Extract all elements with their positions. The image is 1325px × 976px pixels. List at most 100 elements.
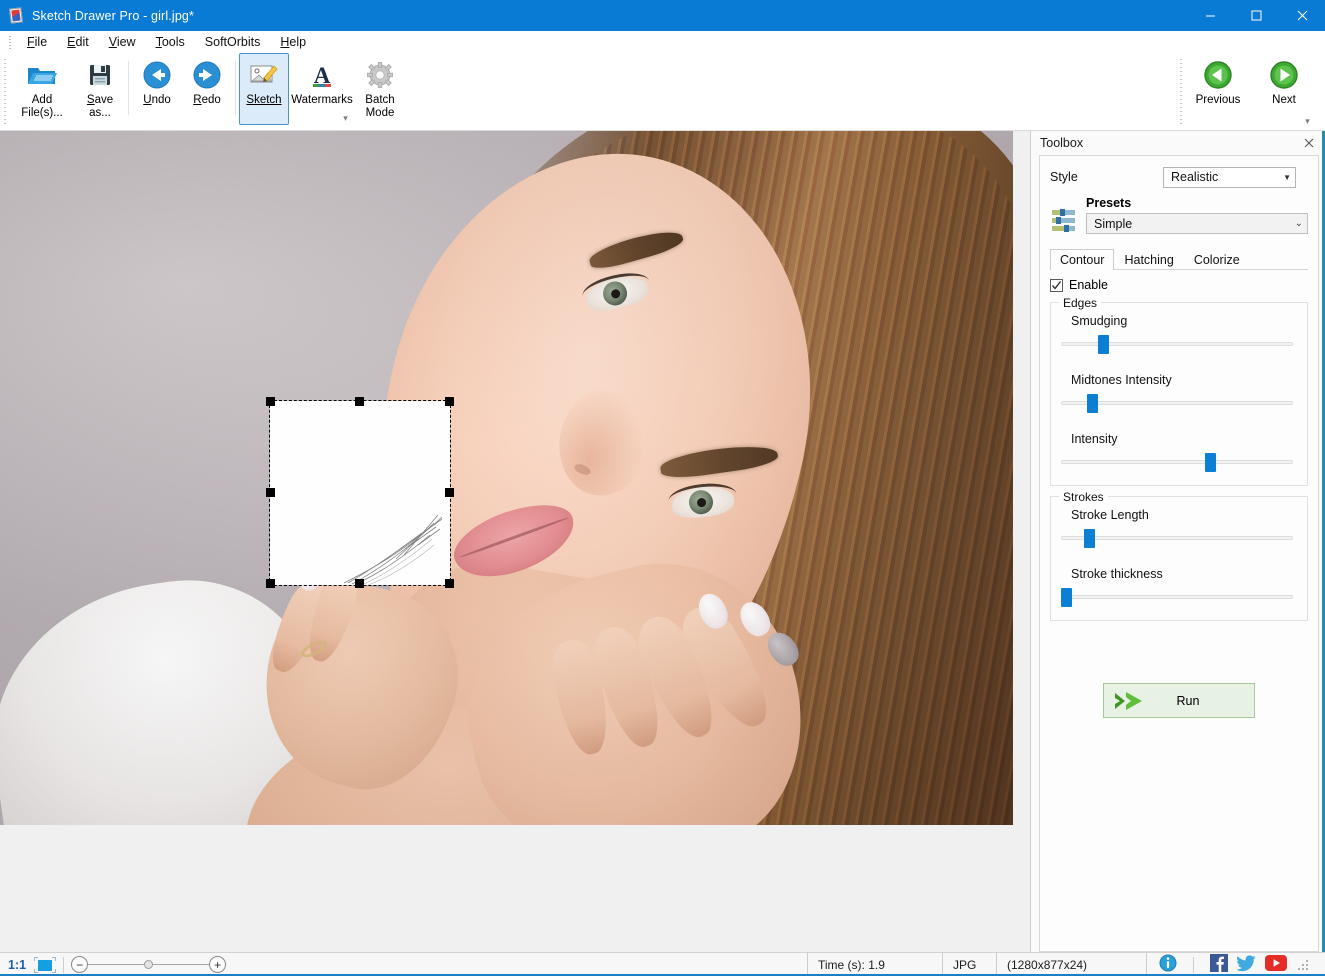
sketch-button[interactable]: Sketch	[239, 53, 289, 125]
selection-handle-s[interactable]	[355, 579, 364, 588]
midtones-intensity-slider[interactable]	[1061, 394, 1297, 412]
app-document-icon	[9, 8, 25, 24]
previous-button[interactable]: Previous	[1185, 53, 1251, 125]
slider-thumb[interactable]	[1205, 453, 1216, 472]
style-select[interactable]: Realistic ▼	[1163, 167, 1296, 188]
maximize-button[interactable]	[1233, 0, 1279, 31]
slider-track	[1061, 460, 1293, 464]
selection-handle-w[interactable]	[266, 488, 275, 497]
chevron-down-icon: ▼	[1283, 173, 1291, 182]
zoom-slider-knob[interactable]	[144, 960, 153, 969]
info-icon[interactable]	[1159, 954, 1177, 975]
next-button[interactable]: Next	[1251, 53, 1317, 125]
previous-green-arrow-icon	[1203, 59, 1233, 91]
image-preview[interactable]	[0, 131, 1013, 825]
application-window: Sketch Drawer Pro - girl.jpg* File Edit …	[0, 0, 1325, 976]
style-value: Realistic	[1171, 170, 1218, 184]
smudging-slider[interactable]	[1061, 335, 1297, 353]
menu-item-help[interactable]: Help	[270, 33, 316, 51]
gear-icon	[366, 59, 394, 91]
facebook-icon[interactable]	[1210, 954, 1228, 975]
youtube-icon[interactable]	[1265, 955, 1287, 974]
selection-handle-n[interactable]	[355, 397, 364, 406]
menu-item-file[interactable]: File	[17, 33, 57, 51]
selection-handle-nw[interactable]	[266, 397, 275, 406]
menu-item-view[interactable]: View	[99, 33, 146, 51]
slider-thumb[interactable]	[1084, 529, 1095, 548]
toolbar-separator-1	[128, 61, 129, 115]
selection-handle-se[interactable]	[445, 579, 454, 588]
toolbox-close-icon[interactable]	[1301, 135, 1317, 151]
toolbar-overflow-chevron[interactable]: ▾	[340, 113, 351, 124]
title-bar: Sketch Drawer Pro - girl.jpg*	[0, 0, 1325, 31]
stroke-thickness-slider[interactable]	[1061, 588, 1297, 606]
redo-button[interactable]: Redo	[182, 53, 232, 125]
minimize-button[interactable]	[1187, 0, 1233, 31]
slider-thumb[interactable]	[1061, 588, 1072, 607]
undo-arrow-icon	[142, 59, 172, 91]
tab-hatching[interactable]: Hatching	[1114, 249, 1183, 270]
toolbar-group-effects: Sketch A Watermarks	[239, 53, 405, 131]
toolbar-group-navigation: Previous Next ▾	[1176, 53, 1317, 131]
zoom-slider-control[interactable]: − +	[71, 956, 226, 973]
stroke-length-label: Stroke Length	[1071, 508, 1297, 522]
chevron-down-icon: ⌄	[1295, 218, 1303, 229]
menu-item-tools[interactable]: Tools	[146, 33, 195, 51]
presets-select[interactable]: Simple ⌄	[1086, 213, 1308, 234]
sketch-preview-strokes	[338, 505, 458, 585]
group-edges: Edges Smudging Midtones Intensity Intens…	[1050, 302, 1308, 486]
selection-rectangle[interactable]	[270, 401, 450, 585]
toolbox-title-bar: Toolbox	[1031, 131, 1325, 155]
selection-handle-e[interactable]	[445, 488, 454, 497]
slider-thumb[interactable]	[1098, 335, 1109, 354]
toolbar-group-file: Add File(s)... Save as...	[9, 53, 125, 131]
selection-handle-sw[interactable]	[266, 579, 275, 588]
zoom-out-button[interactable]: −	[71, 956, 88, 973]
slider-track	[1061, 342, 1293, 346]
previous-label: Previous	[1196, 94, 1241, 107]
batch-mode-button[interactable]: Batch Mode	[355, 53, 405, 125]
presets-label: Presets	[1086, 196, 1308, 210]
zoom-in-button[interactable]: +	[209, 956, 226, 973]
next-label: Next	[1272, 94, 1296, 107]
undo-button[interactable]: Undo	[132, 53, 182, 125]
equalizer-sliders-icon	[1050, 206, 1078, 234]
window-controls	[1187, 0, 1325, 31]
status-divider	[63, 957, 64, 973]
zoom-ratio-label: 1:1	[8, 958, 26, 972]
zoom-track-right	[153, 964, 209, 965]
group-edges-caption: Edges	[1059, 296, 1101, 310]
toolbar-group-history: Undo Redo	[132, 53, 232, 131]
add-files-label: Add File(s)...	[21, 94, 63, 120]
fit-to-window-icon[interactable]	[34, 957, 56, 973]
toolbox-panel: Toolbox Style Realistic ▼	[1030, 131, 1325, 952]
save-as-label: Save as...	[87, 94, 113, 120]
run-row: Run	[1050, 683, 1308, 718]
selection-handle-ne[interactable]	[445, 397, 454, 406]
save-as-button[interactable]: Save as...	[75, 53, 125, 125]
status-divider	[1193, 957, 1194, 973]
canvas-area[interactable]	[0, 131, 1030, 952]
close-button[interactable]	[1279, 0, 1325, 31]
slider-thumb[interactable]	[1087, 394, 1098, 413]
menu-item-edit[interactable]: Edit	[57, 33, 99, 51]
menu-bar: File Edit View Tools SoftOrbits Help	[0, 31, 1325, 53]
main-area: Toolbox Style Realistic ▼	[0, 131, 1325, 952]
menu-label-edit-rest: dit	[76, 35, 89, 49]
add-files-button[interactable]: Add File(s)...	[9, 53, 75, 125]
stroke-length-slider[interactable]	[1061, 529, 1297, 547]
enable-row[interactable]: Enable	[1050, 278, 1308, 292]
tab-colorize[interactable]: Colorize	[1184, 249, 1250, 270]
intensity-slider[interactable]	[1061, 453, 1297, 471]
resize-grip-icon[interactable]	[1296, 958, 1310, 972]
run-button[interactable]: Run	[1103, 683, 1255, 718]
enable-checkbox[interactable]	[1050, 279, 1063, 292]
twitter-icon[interactable]	[1237, 955, 1256, 975]
status-time: Time (s): 1.9	[807, 953, 942, 976]
slider-track	[1061, 536, 1293, 540]
style-label: Style	[1050, 170, 1105, 184]
tab-contour[interactable]: Contour	[1050, 249, 1114, 270]
menu-item-softorbits[interactable]: SoftOrbits	[195, 33, 271, 51]
navigation-overflow-chevron[interactable]: ▾	[1302, 116, 1313, 127]
open-folder-icon	[26, 59, 58, 91]
